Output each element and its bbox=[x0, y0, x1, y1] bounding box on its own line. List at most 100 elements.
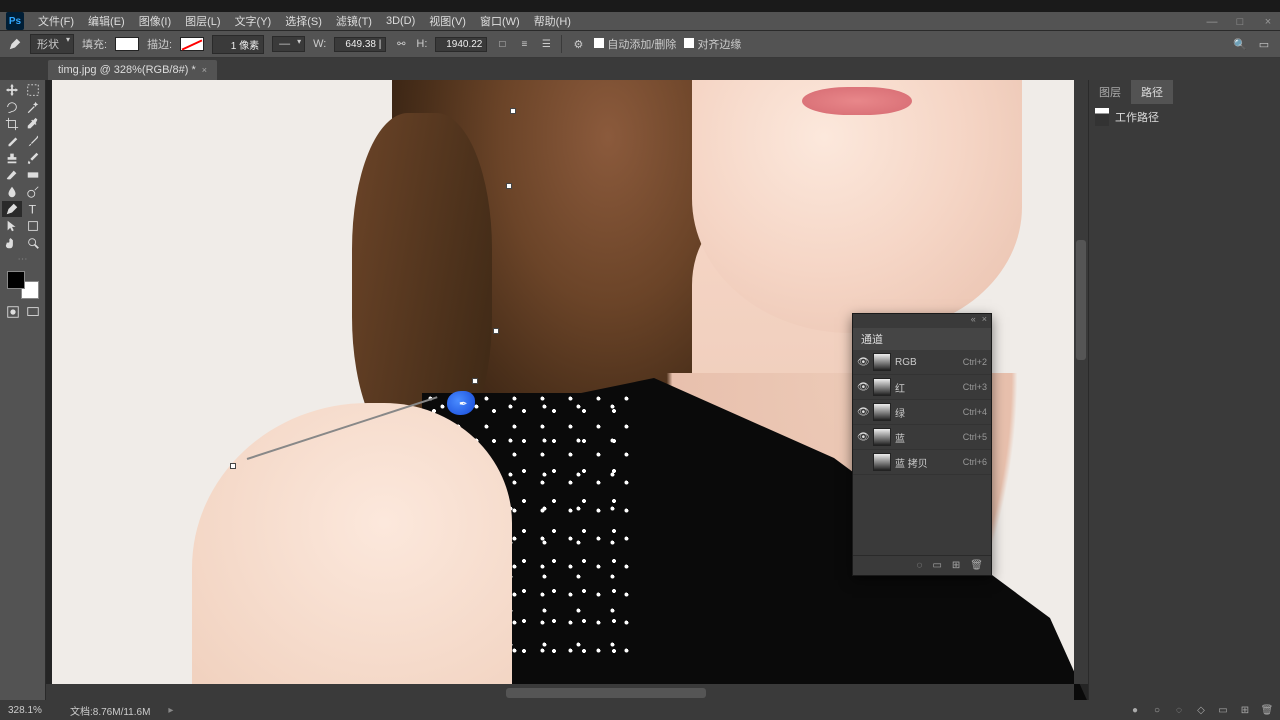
menu-window[interactable]: 窗口(W) bbox=[474, 11, 526, 31]
path-item[interactable]: 工作路径 bbox=[1089, 104, 1280, 130]
crop-tool[interactable] bbox=[2, 116, 22, 132]
height-field[interactable]: 1940.22 bbox=[435, 37, 487, 52]
search-icon[interactable]: 🔍 bbox=[1232, 36, 1248, 52]
close-panel-icon[interactable]: × bbox=[982, 314, 987, 328]
menu-select[interactable]: 选择(S) bbox=[279, 11, 328, 31]
fill-swatch[interactable] bbox=[115, 37, 139, 51]
channel-row-blue[interactable]: 👁蓝Ctrl+5 bbox=[853, 425, 991, 450]
menu-filter[interactable]: 滤镜(T) bbox=[330, 11, 378, 31]
eyedropper-tool[interactable] bbox=[23, 116, 43, 132]
canvas-area[interactable]: ✒ « × 通道 👁RGBCtrl+2 👁红Ctrl+3 👁绿Ctrl+4 👁蓝… bbox=[46, 80, 1088, 700]
anchor-point[interactable] bbox=[493, 328, 499, 334]
channel-row-bluecopy[interactable]: 蓝 拷贝Ctrl+6 bbox=[853, 450, 991, 475]
zoom-tool[interactable] bbox=[23, 235, 43, 251]
close-window-button[interactable]: × bbox=[1260, 16, 1276, 28]
delete-path-icon[interactable]: 🗑 bbox=[1260, 703, 1274, 717]
fill-path-icon[interactable]: ● bbox=[1128, 703, 1142, 717]
menu-image[interactable]: 图像(I) bbox=[133, 11, 177, 31]
make-workpath-icon[interactable]: ◇ bbox=[1194, 703, 1208, 717]
align-edge-checkbox[interactable]: 对齐边缘 bbox=[684, 36, 741, 52]
status-arrow-icon[interactable]: ▸ bbox=[168, 705, 173, 716]
channel-row-red[interactable]: 👁红Ctrl+3 bbox=[853, 375, 991, 400]
stroke-width-field[interactable]: 1 像素 bbox=[212, 35, 264, 54]
width-field[interactable]: 649.38 | bbox=[334, 37, 386, 52]
color-swatches[interactable] bbox=[7, 271, 39, 299]
minimize-button[interactable]: — bbox=[1204, 16, 1220, 28]
screenmode-icon[interactable] bbox=[25, 305, 41, 319]
horizontal-scroll-thumb[interactable] bbox=[506, 688, 706, 698]
move-tool[interactable] bbox=[2, 82, 22, 98]
anchor-point[interactable] bbox=[510, 108, 516, 114]
visibility-icon[interactable]: 👁 bbox=[857, 357, 869, 368]
menu-layer[interactable]: 图层(L) bbox=[179, 11, 226, 31]
panel-header[interactable]: « × bbox=[853, 314, 991, 328]
doc-size[interactable]: 文档:8.76M/11.6M bbox=[70, 703, 150, 718]
heal-tool[interactable] bbox=[2, 133, 22, 149]
tab-layers[interactable]: 图层 bbox=[1089, 80, 1131, 104]
visibility-icon[interactable]: 👁 bbox=[857, 382, 869, 393]
vertical-scrollbar[interactable] bbox=[1074, 80, 1088, 684]
fg-color-swatch[interactable] bbox=[7, 271, 25, 289]
gradient-tool[interactable] bbox=[23, 167, 43, 183]
new-path-icon[interactable]: ⊞ bbox=[1238, 703, 1252, 717]
vertical-scroll-thumb[interactable] bbox=[1076, 240, 1086, 360]
menu-file[interactable]: 文件(F) bbox=[32, 11, 80, 31]
visibility-icon[interactable]: 👁 bbox=[857, 407, 869, 418]
stroke-path-icon[interactable]: ○ bbox=[1150, 703, 1164, 717]
pen-tool-icon bbox=[8, 37, 22, 51]
shape-tool[interactable] bbox=[23, 218, 43, 234]
hand-tool[interactable] bbox=[2, 235, 22, 251]
anchor-point[interactable] bbox=[230, 463, 236, 469]
brush-tool[interactable] bbox=[23, 133, 43, 149]
blur-tool[interactable] bbox=[2, 184, 22, 200]
wand-tool[interactable] bbox=[23, 99, 43, 115]
maximize-button[interactable]: □ bbox=[1232, 16, 1248, 28]
anchor-point[interactable] bbox=[472, 378, 478, 384]
dodge-tool[interactable] bbox=[23, 184, 43, 200]
horizontal-scrollbar[interactable] bbox=[46, 684, 1074, 700]
menu-view[interactable]: 视图(V) bbox=[423, 11, 472, 31]
history-brush-tool[interactable] bbox=[23, 150, 43, 166]
menu-help[interactable]: 帮助(H) bbox=[528, 11, 577, 31]
new-channel-icon[interactable]: ⊞ bbox=[952, 560, 960, 571]
menu-type[interactable]: 文字(Y) bbox=[229, 11, 278, 31]
tool-overflow[interactable]: ⋯ bbox=[18, 254, 28, 265]
auto-add-checkbox[interactable]: 自动添加/删除 bbox=[594, 36, 676, 52]
mask-icon[interactable]: ▭ bbox=[1216, 703, 1230, 717]
anchor-point[interactable] bbox=[506, 183, 512, 189]
save-selection-icon[interactable]: ▭ bbox=[932, 560, 941, 571]
gear-icon[interactable]: ⚙ bbox=[570, 36, 586, 52]
toolbox: T ⋯ bbox=[0, 80, 46, 700]
visibility-icon[interactable]: 👁 bbox=[857, 432, 869, 443]
path-op-icon[interactable]: □ bbox=[495, 37, 509, 51]
collapse-icon[interactable]: « bbox=[971, 314, 976, 328]
menu-3d[interactable]: 3D(D) bbox=[380, 13, 421, 29]
tool-mode-dropdown[interactable]: 形状 bbox=[30, 34, 74, 54]
menu-edit[interactable]: 编辑(E) bbox=[82, 11, 131, 31]
stroke-style-dropdown[interactable]: — bbox=[272, 36, 305, 52]
eraser-tool[interactable] bbox=[2, 167, 22, 183]
stroke-swatch[interactable] bbox=[180, 37, 204, 51]
delete-icon[interactable]: 🗑 bbox=[970, 560, 983, 571]
link-wh-icon[interactable]: ⚯ bbox=[394, 37, 408, 51]
load-selection-icon[interactable]: ◌ bbox=[917, 560, 923, 571]
pen-tool[interactable] bbox=[2, 201, 22, 217]
width-label: W: bbox=[313, 38, 326, 50]
close-tab-icon[interactable]: × bbox=[202, 65, 207, 75]
arrange-icon[interactable]: ☰ bbox=[539, 37, 553, 51]
channel-row-green[interactable]: 👁绿Ctrl+4 bbox=[853, 400, 991, 425]
align-icon[interactable]: ≡ bbox=[517, 37, 531, 51]
stamp-tool[interactable] bbox=[2, 150, 22, 166]
channels-panel[interactable]: « × 通道 👁RGBCtrl+2 👁红Ctrl+3 👁绿Ctrl+4 👁蓝Ct… bbox=[852, 313, 992, 576]
channel-row-rgb[interactable]: 👁RGBCtrl+2 bbox=[853, 350, 991, 375]
path-to-selection-icon[interactable]: ◌ bbox=[1172, 703, 1186, 717]
document-tab[interactable]: timg.jpg @ 328%(RGB/8#) * × bbox=[48, 60, 217, 80]
lasso-tool[interactable] bbox=[2, 99, 22, 115]
quickmask-icon[interactable] bbox=[5, 305, 21, 319]
tab-paths[interactable]: 路径 bbox=[1131, 80, 1173, 104]
marquee-tool[interactable] bbox=[23, 82, 43, 98]
zoom-value[interactable]: 328.1% bbox=[8, 705, 56, 716]
type-tool[interactable]: T bbox=[23, 201, 43, 217]
path-select-tool[interactable] bbox=[2, 218, 22, 234]
workspace-icon[interactable]: ▭ bbox=[1256, 36, 1272, 52]
